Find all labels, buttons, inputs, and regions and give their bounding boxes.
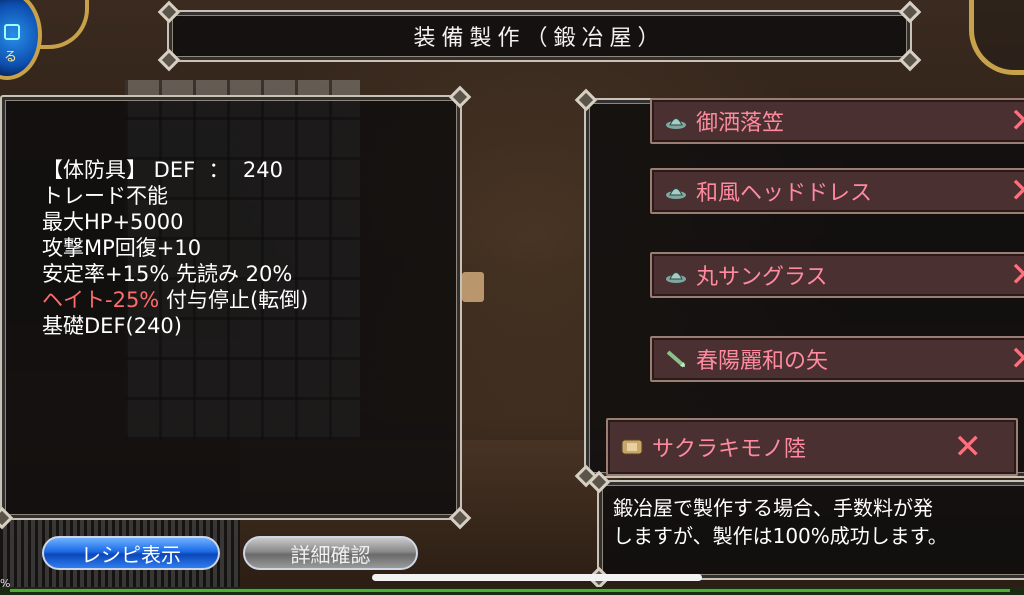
- back-button-label: る: [4, 50, 18, 65]
- progress-bar: [0, 587, 1024, 595]
- page-title: 装備製作（鍛冶屋）: [413, 26, 666, 51]
- item-name: 和風ヘッドドレス: [696, 181, 873, 206]
- stat-line: 攻撃MP回復+10: [42, 236, 202, 260]
- recipe-list-panel: 御洒落笠 ✕ 和風ヘッドドレス ✕ 丸サングラス ✕ 春陽麗和の矢 ✕ サクラキ…: [574, 88, 1024, 488]
- item-name: サクラキモノ陸: [652, 437, 807, 462]
- recipe-item[interactable]: 和風ヘッドドレス ✕: [650, 168, 1024, 214]
- remove-button[interactable]: ✕: [1010, 104, 1024, 138]
- description-line: しますが、製作は100%成功します。: [613, 524, 948, 548]
- item-stats: 【体防具】 DEF ： 240 トレード不能 最大HP+5000 攻撃MP回復+…: [42, 157, 308, 339]
- recipe-item[interactable]: 春陽麗和の矢 ✕: [650, 336, 1024, 382]
- recipe-item[interactable]: 御洒落笠 ✕: [650, 98, 1024, 144]
- arrow-icon: [664, 347, 688, 371]
- stat-line: 安定率+15% 先読み 20%: [42, 262, 293, 286]
- home-indicator[interactable]: [372, 574, 702, 581]
- recipe-display-button[interactable]: レシピ表示: [42, 536, 220, 570]
- description-panel: 鍛冶屋で製作する場合、手数料が発 しますが、製作は100%成功します。: [587, 470, 1024, 590]
- details-button[interactable]: 詳細確認: [243, 536, 418, 570]
- hat-icon: [664, 109, 688, 133]
- item-name: 御洒落笠: [696, 111, 785, 136]
- remove-button[interactable]: ✕: [1010, 342, 1024, 376]
- back-icon: [4, 24, 20, 40]
- stat-line: トレード不能: [42, 184, 168, 208]
- armor-icon: [620, 435, 644, 459]
- item-info-panel: 【体防具】 DEF ： 240 トレード不能 最大HP+5000 攻撃MP回復+…: [0, 85, 472, 530]
- stat-line: 最大HP+5000: [42, 210, 184, 234]
- description-line: 鍛冶屋で製作する場合、手数料が発: [613, 496, 933, 520]
- progress-fill: [10, 589, 1010, 592]
- item-name: 春陽麗和の矢: [696, 349, 829, 374]
- recipe-item[interactable]: 丸サングラス ✕: [650, 252, 1024, 298]
- item-name: 丸サングラス: [696, 265, 828, 290]
- hat-icon: [664, 263, 688, 287]
- stat-line: 基礎DEF(240): [42, 314, 182, 338]
- header-bar: 装備製作（鍛冶屋）: [157, 0, 922, 72]
- remove-button[interactable]: ✕: [1010, 174, 1024, 208]
- stat-line: 【体防具】 DEF ： 240: [42, 158, 283, 182]
- stun-stat: 付与停止(転倒): [159, 288, 309, 312]
- description-text: 鍛冶屋で製作する場合、手数料が発 しますが、製作は100%成功します。: [613, 494, 948, 550]
- stat-line-hate: ヘイト-25% 付与停止(転倒): [42, 287, 308, 313]
- remove-button[interactable]: ✕: [1010, 258, 1024, 292]
- hat-icon: [664, 179, 688, 203]
- recipe-item-selected[interactable]: サクラキモノ陸 ✕: [606, 418, 1018, 476]
- remove-button[interactable]: ✕: [954, 430, 983, 464]
- lamp: [462, 272, 484, 302]
- hate-stat: ヘイト-25%: [42, 288, 160, 312]
